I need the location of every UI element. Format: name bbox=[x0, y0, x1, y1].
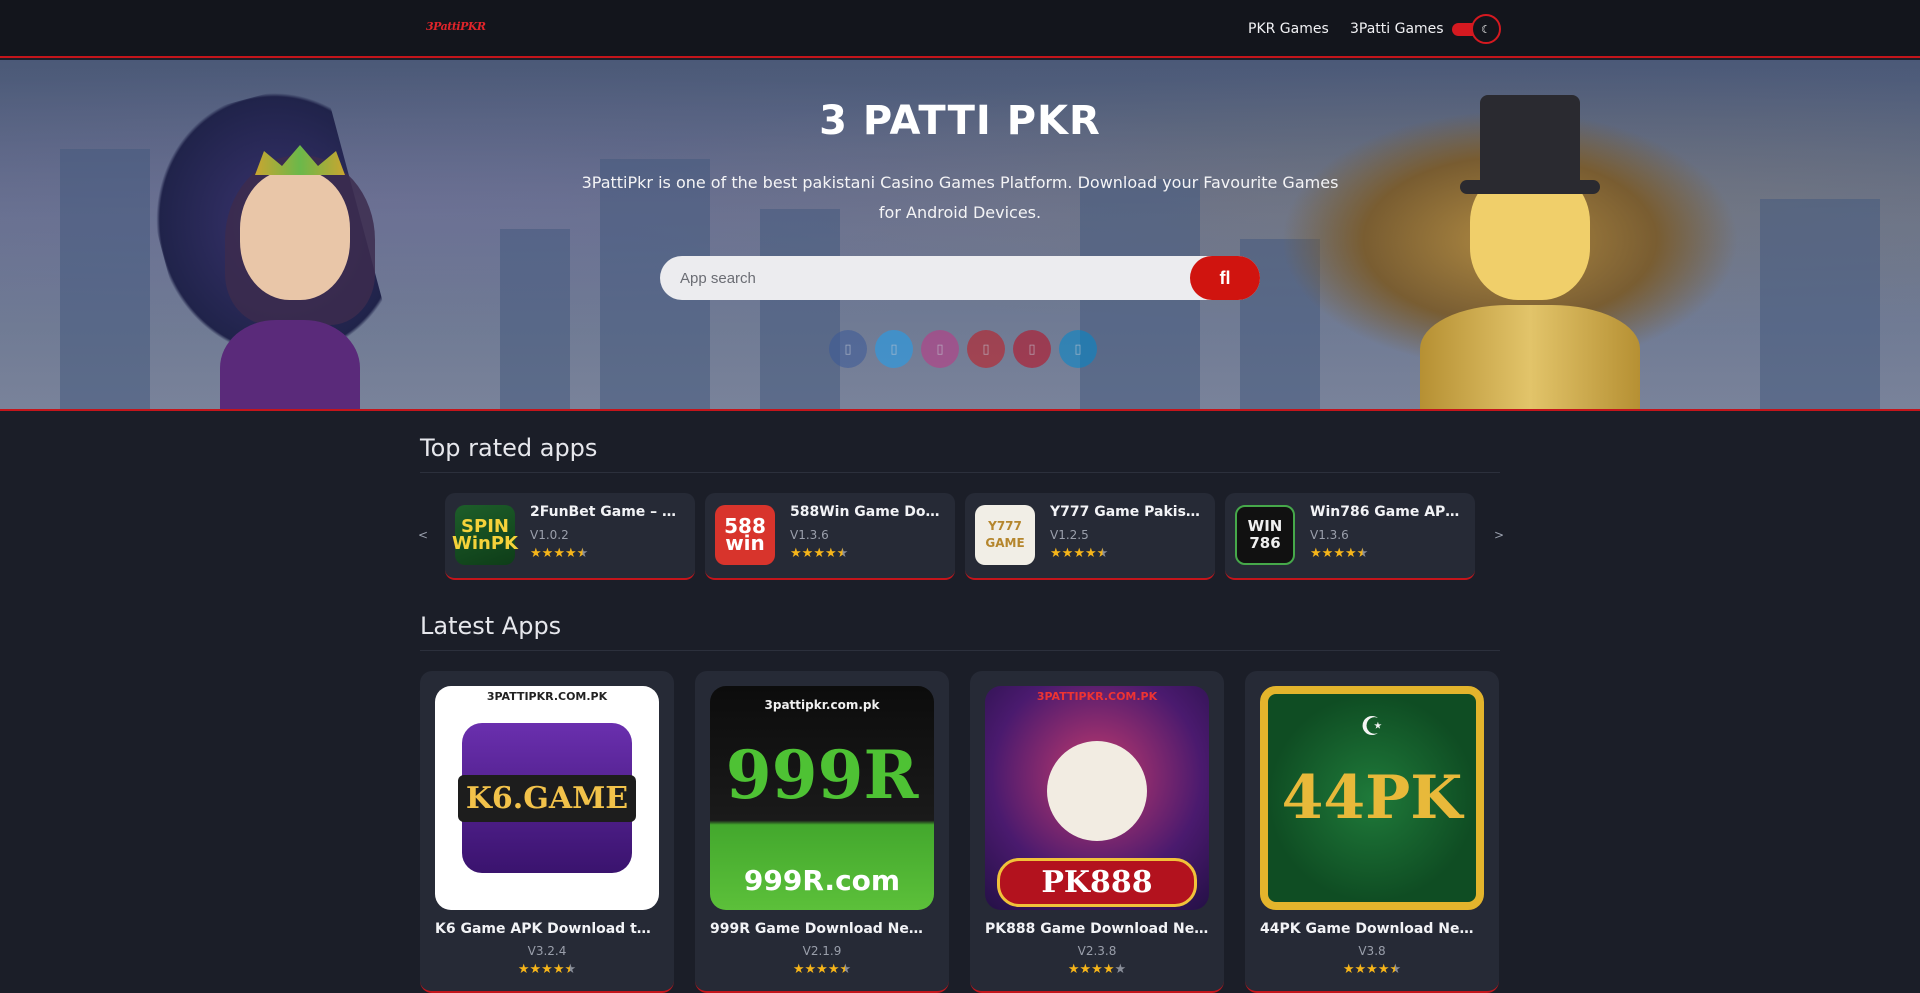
app-icon: 588 win bbox=[715, 505, 775, 565]
latest-app-card[interactable]: ☪ 44PK 44PK Game Download New Earning V3… bbox=[1245, 671, 1499, 993]
image-title: 44PK bbox=[1281, 763, 1463, 833]
rating-stars: ★★★★★ bbox=[1310, 546, 1369, 561]
app-version: V3.2.4 bbox=[527, 944, 567, 958]
rating-stars: ★★★★★ bbox=[517, 962, 577, 977]
app-image: ☪ 44PK bbox=[1260, 686, 1484, 910]
carousel-next-arrow[interactable]: > bbox=[1494, 528, 1504, 542]
app-version: V1.3.6 bbox=[790, 528, 829, 542]
app-image: 3PATTIPKR.COM.PK K6.GAME bbox=[435, 686, 659, 910]
theme-toggle[interactable]: ☾ bbox=[1452, 14, 1501, 44]
telegram-icon[interactable]: ▯ bbox=[1059, 330, 1097, 368]
image-title: 999R bbox=[725, 736, 919, 814]
mascot-illustration bbox=[1047, 741, 1147, 841]
app-version: V2.1.9 bbox=[802, 944, 842, 958]
facebook-icon[interactable]: ▯ bbox=[829, 330, 867, 368]
section-divider bbox=[420, 472, 1500, 473]
app-version: V2.3.8 bbox=[1077, 944, 1117, 958]
nav-3patti-games[interactable]: 3Patti Games bbox=[1350, 21, 1444, 37]
pinterest-icon[interactable]: ▯ bbox=[1013, 330, 1051, 368]
top-rated-card[interactable]: 588 win 588Win Game Download V1.3.6 ★★★★… bbox=[705, 493, 955, 580]
image-title: K6.GAME bbox=[457, 774, 637, 822]
latest-app-card[interactable]: 3PATTIPKR.COM.PK PK888 PK888 Game Downlo… bbox=[970, 671, 1224, 993]
rating-stars: ★★★★★ bbox=[1067, 962, 1127, 977]
app-icon: Y777 GAME bbox=[975, 505, 1035, 565]
top-rated-card[interactable]: Y777 GAME Y777 Game Pakistan V1.2.5 ★★★★… bbox=[965, 493, 1215, 580]
app-icon: WIN 786 bbox=[1235, 505, 1295, 565]
latest-app-card[interactable]: 3PATTIPKR.COM.PK K6.GAME K6 Game APK Dow… bbox=[420, 671, 674, 993]
app-version: V1.2.5 bbox=[1050, 528, 1089, 542]
top-navbar: 3PattiPKR PKR Games 3Patti Games ☾ bbox=[0, 0, 1920, 58]
image-caption: 3PATTIPKR.COM.PK bbox=[486, 690, 608, 703]
app-name: K6 Game APK Download the Latest bbox=[435, 921, 659, 937]
app-image: 3pattipkr.com.pk 999R 999R.com bbox=[710, 686, 934, 910]
rating-stars: ★★★★★ bbox=[790, 546, 849, 561]
app-name: Win786 Game APK Download bbox=[1310, 504, 1465, 520]
image-subtitle: 999R.com bbox=[743, 864, 901, 897]
nav-pkr-games[interactable]: PKR Games bbox=[1248, 21, 1329, 37]
image-caption: 3pattipkr.com.pk bbox=[764, 698, 880, 712]
hero-banner: 3 PATTI PKR 3PattiPkr is one of the best… bbox=[0, 60, 1920, 411]
search-button[interactable]: fl bbox=[1190, 256, 1260, 300]
search-icon: fl bbox=[1219, 267, 1231, 288]
app-version: V1.0.2 bbox=[530, 528, 569, 542]
section-divider bbox=[420, 650, 1500, 651]
crescent-icon: ☪ bbox=[1360, 712, 1384, 742]
top-rated-card[interactable]: WIN 786 Win786 Game APK Download V1.3.6 … bbox=[1225, 493, 1475, 580]
instagram-icon[interactable]: ▯ bbox=[921, 330, 959, 368]
twitter-icon[interactable]: ▯ bbox=[875, 330, 913, 368]
search-input[interactable] bbox=[680, 256, 1180, 300]
rating-stars: ★★★★★ bbox=[530, 546, 589, 561]
carousel-prev-arrow[interactable]: < bbox=[418, 528, 428, 542]
rating-stars: ★★★★★ bbox=[1342, 962, 1402, 977]
top-rated-card[interactable]: SPIN WinPK 2FunBet Game – Easy Win V1.0.… bbox=[445, 493, 695, 580]
app-name: 999R Game Download New Pakistan bbox=[710, 921, 934, 937]
app-name: 588Win Game Download bbox=[790, 504, 945, 520]
latest-apps-heading: Latest Apps bbox=[420, 612, 562, 640]
app-image: 3PATTIPKR.COM.PK PK888 bbox=[985, 686, 1209, 910]
app-name: PK888 Game Download New Pakistan bbox=[985, 921, 1209, 937]
site-logo[interactable]: 3PattiPKR bbox=[426, 20, 486, 33]
moon-icon: ☾ bbox=[1471, 14, 1501, 44]
hero-description: 3PattiPkr is one of the best pakistani C… bbox=[581, 173, 1339, 222]
latest-app-card[interactable]: 3pattipkr.com.pk 999R 999R.com 999R Game… bbox=[695, 671, 949, 993]
app-icon: SPIN WinPK bbox=[452, 505, 518, 565]
app-version: V1.3.6 bbox=[1310, 528, 1349, 542]
hero-title: 3 PATTI PKR bbox=[819, 98, 1101, 144]
app-name: Y777 Game Pakistan bbox=[1050, 504, 1205, 520]
app-name: 2FunBet Game – Easy Win bbox=[530, 504, 685, 520]
image-caption: 3PATTIPKR.COM.PK bbox=[1036, 690, 1158, 703]
image-title: PK888 bbox=[997, 858, 1197, 907]
top-rated-heading: Top rated apps bbox=[420, 434, 598, 462]
youtube-icon[interactable]: ▯ bbox=[967, 330, 1005, 368]
rating-stars: ★★★★★ bbox=[792, 962, 852, 977]
rating-stars: ★★★★★ bbox=[1050, 546, 1109, 561]
app-name: 44PK Game Download New Earning bbox=[1260, 921, 1484, 937]
search-bar: fl bbox=[660, 256, 1260, 300]
app-version: V3.8 bbox=[1358, 944, 1386, 958]
